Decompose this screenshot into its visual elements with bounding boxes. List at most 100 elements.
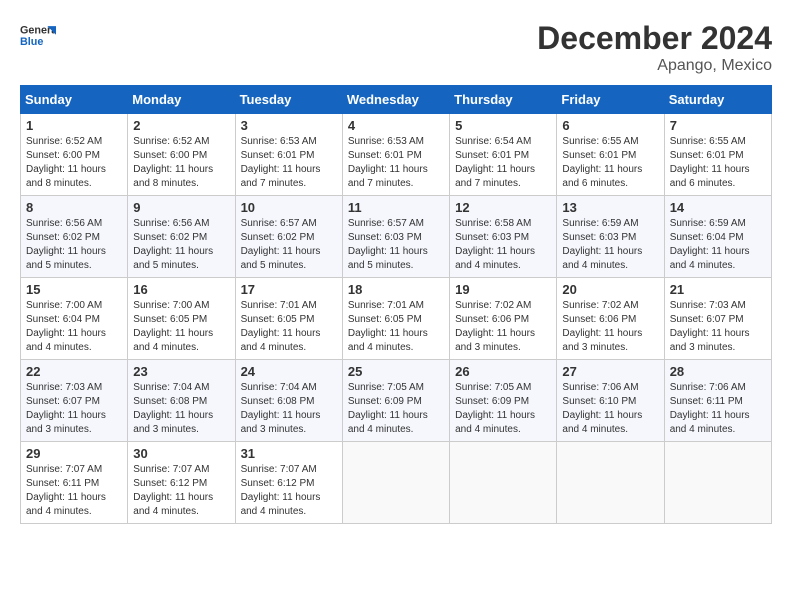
day-number: 10 <box>241 200 337 215</box>
calendar-cell: 18 Sunrise: 7:01 AM Sunset: 6:05 PM Dayl… <box>342 278 449 360</box>
day-number: 9 <box>133 200 229 215</box>
calendar-cell: 10 Sunrise: 6:57 AM Sunset: 6:02 PM Dayl… <box>235 196 342 278</box>
day-info: Sunrise: 6:52 AM Sunset: 6:00 PM Dayligh… <box>26 136 106 189</box>
page-header: General Blue December 2024 Apango, Mexic… <box>20 20 772 75</box>
day-number: 27 <box>562 364 658 379</box>
day-number: 19 <box>455 282 551 297</box>
day-info: Sunrise: 7:01 AM Sunset: 6:05 PM Dayligh… <box>241 300 321 353</box>
calendar-cell: 3 Sunrise: 6:53 AM Sunset: 6:01 PM Dayli… <box>235 114 342 196</box>
calendar-cell: 14 Sunrise: 6:59 AM Sunset: 6:04 PM Dayl… <box>664 196 771 278</box>
calendar-cell: 7 Sunrise: 6:55 AM Sunset: 6:01 PM Dayli… <box>664 114 771 196</box>
day-number: 28 <box>670 364 766 379</box>
day-info: Sunrise: 7:03 AM Sunset: 6:07 PM Dayligh… <box>26 382 106 435</box>
calendar-cell: 30 Sunrise: 7:07 AM Sunset: 6:12 PM Dayl… <box>128 442 235 524</box>
calendar-cell: 16 Sunrise: 7:00 AM Sunset: 6:05 PM Dayl… <box>128 278 235 360</box>
day-number: 2 <box>133 118 229 133</box>
svg-text:Blue: Blue <box>20 36 43 48</box>
day-number: 13 <box>562 200 658 215</box>
day-number: 6 <box>562 118 658 133</box>
day-number: 24 <box>241 364 337 379</box>
day-number: 31 <box>241 446 337 461</box>
day-number: 5 <box>455 118 551 133</box>
calendar-cell <box>664 442 771 524</box>
day-number: 4 <box>348 118 444 133</box>
day-number: 1 <box>26 118 122 133</box>
calendar-cell: 12 Sunrise: 6:58 AM Sunset: 6:03 PM Dayl… <box>450 196 557 278</box>
day-info: Sunrise: 6:56 AM Sunset: 6:02 PM Dayligh… <box>133 218 213 271</box>
calendar-cell: 8 Sunrise: 6:56 AM Sunset: 6:02 PM Dayli… <box>21 196 128 278</box>
day-info: Sunrise: 7:07 AM Sunset: 6:12 PM Dayligh… <box>241 464 321 517</box>
calendar-cell: 20 Sunrise: 7:02 AM Sunset: 6:06 PM Dayl… <box>557 278 664 360</box>
logo: General Blue <box>20 20 56 48</box>
calendar-table: Sunday Monday Tuesday Wednesday Thursday… <box>20 85 772 524</box>
day-info: Sunrise: 6:56 AM Sunset: 6:02 PM Dayligh… <box>26 218 106 271</box>
day-number: 11 <box>348 200 444 215</box>
calendar-cell: 28 Sunrise: 7:06 AM Sunset: 6:11 PM Dayl… <box>664 360 771 442</box>
day-info: Sunrise: 7:06 AM Sunset: 6:10 PM Dayligh… <box>562 382 642 435</box>
calendar-cell: 31 Sunrise: 7:07 AM Sunset: 6:12 PM Dayl… <box>235 442 342 524</box>
day-number: 29 <box>26 446 122 461</box>
calendar-cell: 21 Sunrise: 7:03 AM Sunset: 6:07 PM Dayl… <box>664 278 771 360</box>
day-info: Sunrise: 6:55 AM Sunset: 6:01 PM Dayligh… <box>670 136 750 189</box>
day-info: Sunrise: 7:05 AM Sunset: 6:09 PM Dayligh… <box>348 382 428 435</box>
col-sunday: Sunday <box>21 86 128 114</box>
calendar-cell: 29 Sunrise: 7:07 AM Sunset: 6:11 PM Dayl… <box>21 442 128 524</box>
day-info: Sunrise: 7:07 AM Sunset: 6:11 PM Dayligh… <box>26 464 106 517</box>
day-info: Sunrise: 6:53 AM Sunset: 6:01 PM Dayligh… <box>241 136 321 189</box>
calendar-cell: 27 Sunrise: 7:06 AM Sunset: 6:10 PM Dayl… <box>557 360 664 442</box>
day-info: Sunrise: 6:59 AM Sunset: 6:04 PM Dayligh… <box>670 218 750 271</box>
day-number: 30 <box>133 446 229 461</box>
page-title: December 2024 <box>537 20 772 57</box>
day-info: Sunrise: 7:02 AM Sunset: 6:06 PM Dayligh… <box>455 300 535 353</box>
day-info: Sunrise: 6:54 AM Sunset: 6:01 PM Dayligh… <box>455 136 535 189</box>
day-info: Sunrise: 7:00 AM Sunset: 6:04 PM Dayligh… <box>26 300 106 353</box>
day-info: Sunrise: 7:07 AM Sunset: 6:12 PM Dayligh… <box>133 464 213 517</box>
day-info: Sunrise: 7:02 AM Sunset: 6:06 PM Dayligh… <box>562 300 642 353</box>
col-wednesday: Wednesday <box>342 86 449 114</box>
calendar-cell: 23 Sunrise: 7:04 AM Sunset: 6:08 PM Dayl… <box>128 360 235 442</box>
day-info: Sunrise: 7:01 AM Sunset: 6:05 PM Dayligh… <box>348 300 428 353</box>
col-thursday: Thursday <box>450 86 557 114</box>
day-info: Sunrise: 7:06 AM Sunset: 6:11 PM Dayligh… <box>670 382 750 435</box>
calendar-cell: 1 Sunrise: 6:52 AM Sunset: 6:00 PM Dayli… <box>21 114 128 196</box>
day-number: 25 <box>348 364 444 379</box>
calendar-cell <box>450 442 557 524</box>
day-info: Sunrise: 6:58 AM Sunset: 6:03 PM Dayligh… <box>455 218 535 271</box>
calendar-cell: 2 Sunrise: 6:52 AM Sunset: 6:00 PM Dayli… <box>128 114 235 196</box>
calendar-cell: 15 Sunrise: 7:00 AM Sunset: 6:04 PM Dayl… <box>21 278 128 360</box>
calendar-cell: 25 Sunrise: 7:05 AM Sunset: 6:09 PM Dayl… <box>342 360 449 442</box>
day-number: 26 <box>455 364 551 379</box>
col-tuesday: Tuesday <box>235 86 342 114</box>
day-number: 14 <box>670 200 766 215</box>
day-number: 20 <box>562 282 658 297</box>
page-subtitle: Apango, Mexico <box>537 57 772 75</box>
day-number: 8 <box>26 200 122 215</box>
calendar-cell <box>342 442 449 524</box>
day-number: 7 <box>670 118 766 133</box>
day-info: Sunrise: 7:05 AM Sunset: 6:09 PM Dayligh… <box>455 382 535 435</box>
day-number: 18 <box>348 282 444 297</box>
calendar-cell: 13 Sunrise: 6:59 AM Sunset: 6:03 PM Dayl… <box>557 196 664 278</box>
col-saturday: Saturday <box>664 86 771 114</box>
day-info: Sunrise: 7:03 AM Sunset: 6:07 PM Dayligh… <box>670 300 750 353</box>
day-info: Sunrise: 6:55 AM Sunset: 6:01 PM Dayligh… <box>562 136 642 189</box>
day-number: 17 <box>241 282 337 297</box>
calendar-cell: 9 Sunrise: 6:56 AM Sunset: 6:02 PM Dayli… <box>128 196 235 278</box>
calendar-cell: 22 Sunrise: 7:03 AM Sunset: 6:07 PM Dayl… <box>21 360 128 442</box>
calendar-cell <box>557 442 664 524</box>
day-info: Sunrise: 6:57 AM Sunset: 6:03 PM Dayligh… <box>348 218 428 271</box>
calendar-cell: 4 Sunrise: 6:53 AM Sunset: 6:01 PM Dayli… <box>342 114 449 196</box>
day-number: 12 <box>455 200 551 215</box>
calendar-cell: 6 Sunrise: 6:55 AM Sunset: 6:01 PM Dayli… <box>557 114 664 196</box>
col-monday: Monday <box>128 86 235 114</box>
day-info: Sunrise: 6:52 AM Sunset: 6:00 PM Dayligh… <box>133 136 213 189</box>
title-block: December 2024 Apango, Mexico <box>537 20 772 75</box>
day-info: Sunrise: 7:04 AM Sunset: 6:08 PM Dayligh… <box>241 382 321 435</box>
calendar-cell: 17 Sunrise: 7:01 AM Sunset: 6:05 PM Dayl… <box>235 278 342 360</box>
day-info: Sunrise: 6:57 AM Sunset: 6:02 PM Dayligh… <box>241 218 321 271</box>
day-info: Sunrise: 7:04 AM Sunset: 6:08 PM Dayligh… <box>133 382 213 435</box>
day-number: 22 <box>26 364 122 379</box>
calendar-cell: 19 Sunrise: 7:02 AM Sunset: 6:06 PM Dayl… <box>450 278 557 360</box>
calendar-cell: 24 Sunrise: 7:04 AM Sunset: 6:08 PM Dayl… <box>235 360 342 442</box>
day-number: 21 <box>670 282 766 297</box>
